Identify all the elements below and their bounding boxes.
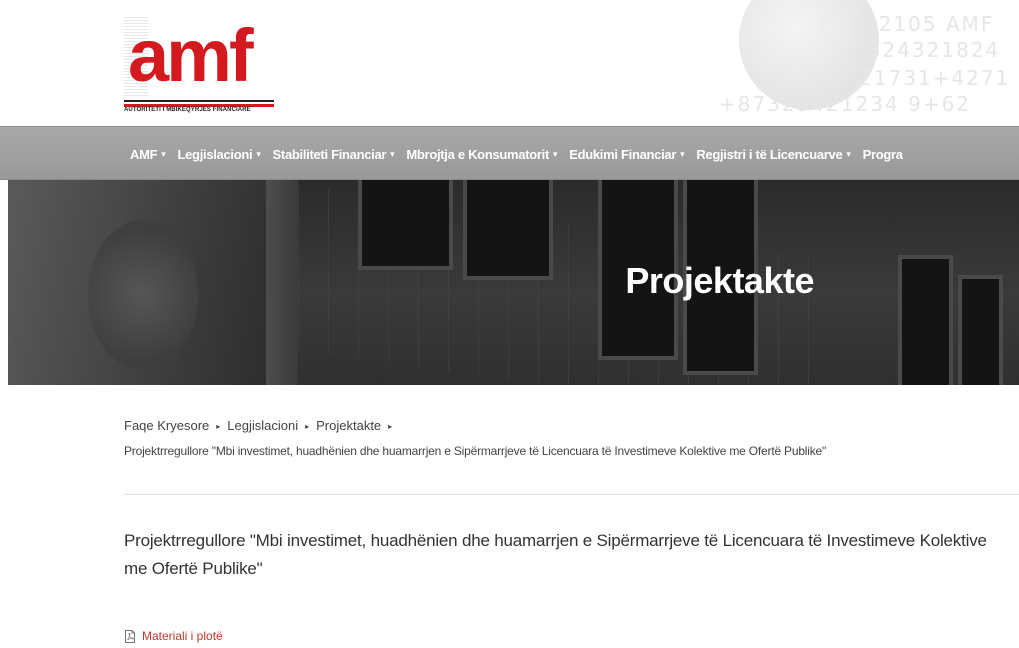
caret-right-icon: ▸ (305, 422, 310, 431)
header-decorative-background: 52105 AMF +324321824 21731+4271 +8732942… (689, 0, 1019, 126)
window-image (358, 180, 453, 270)
attachment-link[interactable]: Materiali i plotë (124, 629, 223, 643)
caret-right-icon: ▸ (388, 422, 393, 431)
caret-down-icon: ▾ (680, 148, 685, 159)
nav-item-legjislacioni[interactable]: Legjislacioni ▾ (177, 147, 260, 162)
attachment-label: Materiali i plotë (142, 629, 223, 643)
nav-item-amf[interactable]: AMF ▾ (130, 147, 166, 162)
breadcrumb: Faqe Kryesore ▸ Legjislacioni ▸ Projektakte ▸… (124, 414, 1014, 463)
nav-item-regjistri[interactable]: Regjistri i të Licencuarve ▾ (696, 147, 851, 162)
breadcrumb-link-home[interactable]: Faqe Kryesore (124, 418, 209, 433)
nav-item-stabiliteti-financiar[interactable]: Stabiliteti Financiar ▾ (273, 147, 395, 162)
amf-logo[interactable]: amf AUTORITETI I MBIKËQYRJES FINANCIARE (124, 16, 276, 116)
breadcrumb-link-projektakte[interactable]: Projektakte (316, 418, 381, 433)
logo-wordmark: amf (128, 14, 254, 97)
caret-down-icon: ▾ (846, 148, 851, 159)
caret-down-icon: ▾ (256, 148, 261, 159)
nav-item-edukimi-financiar[interactable]: Edukimi Financiar ▾ (569, 147, 684, 162)
caret-down-icon: ▾ (161, 148, 166, 159)
pdf-file-icon (125, 629, 135, 643)
logo-tagline: AUTORITETI I MBIKËQYRJES FINANCIARE (124, 107, 251, 113)
main-navigation: AMF ▾ Legjislacioni ▾ Stabiliteti Financia… (0, 126, 1019, 180)
caret-right-icon: ▸ (216, 422, 221, 431)
divider (124, 494, 1019, 495)
breadcrumb-link-legjislacioni[interactable]: Legjislacioni (227, 418, 298, 433)
breadcrumb-current: Projektrregullore "Mbi investimet, huadh… (124, 444, 827, 458)
page-title: Projektakte (625, 260, 814, 301)
article-title: Projektrregullore "Mbi investimet, huadh… (124, 531, 987, 578)
caret-down-icon: ▾ (553, 148, 558, 159)
hero-banner: Projektakte (8, 180, 1019, 385)
nav-item-mbrojtja-e-konsumatorit[interactable]: Mbrojtja e Konsumatorit ▾ (406, 147, 557, 162)
nav-item-programi[interactable]: Progra (863, 147, 903, 162)
site-header: 52105 AMF +324321824 21731+4271 +8732942… (0, 0, 1019, 126)
caret-down-icon: ▾ (390, 148, 395, 159)
